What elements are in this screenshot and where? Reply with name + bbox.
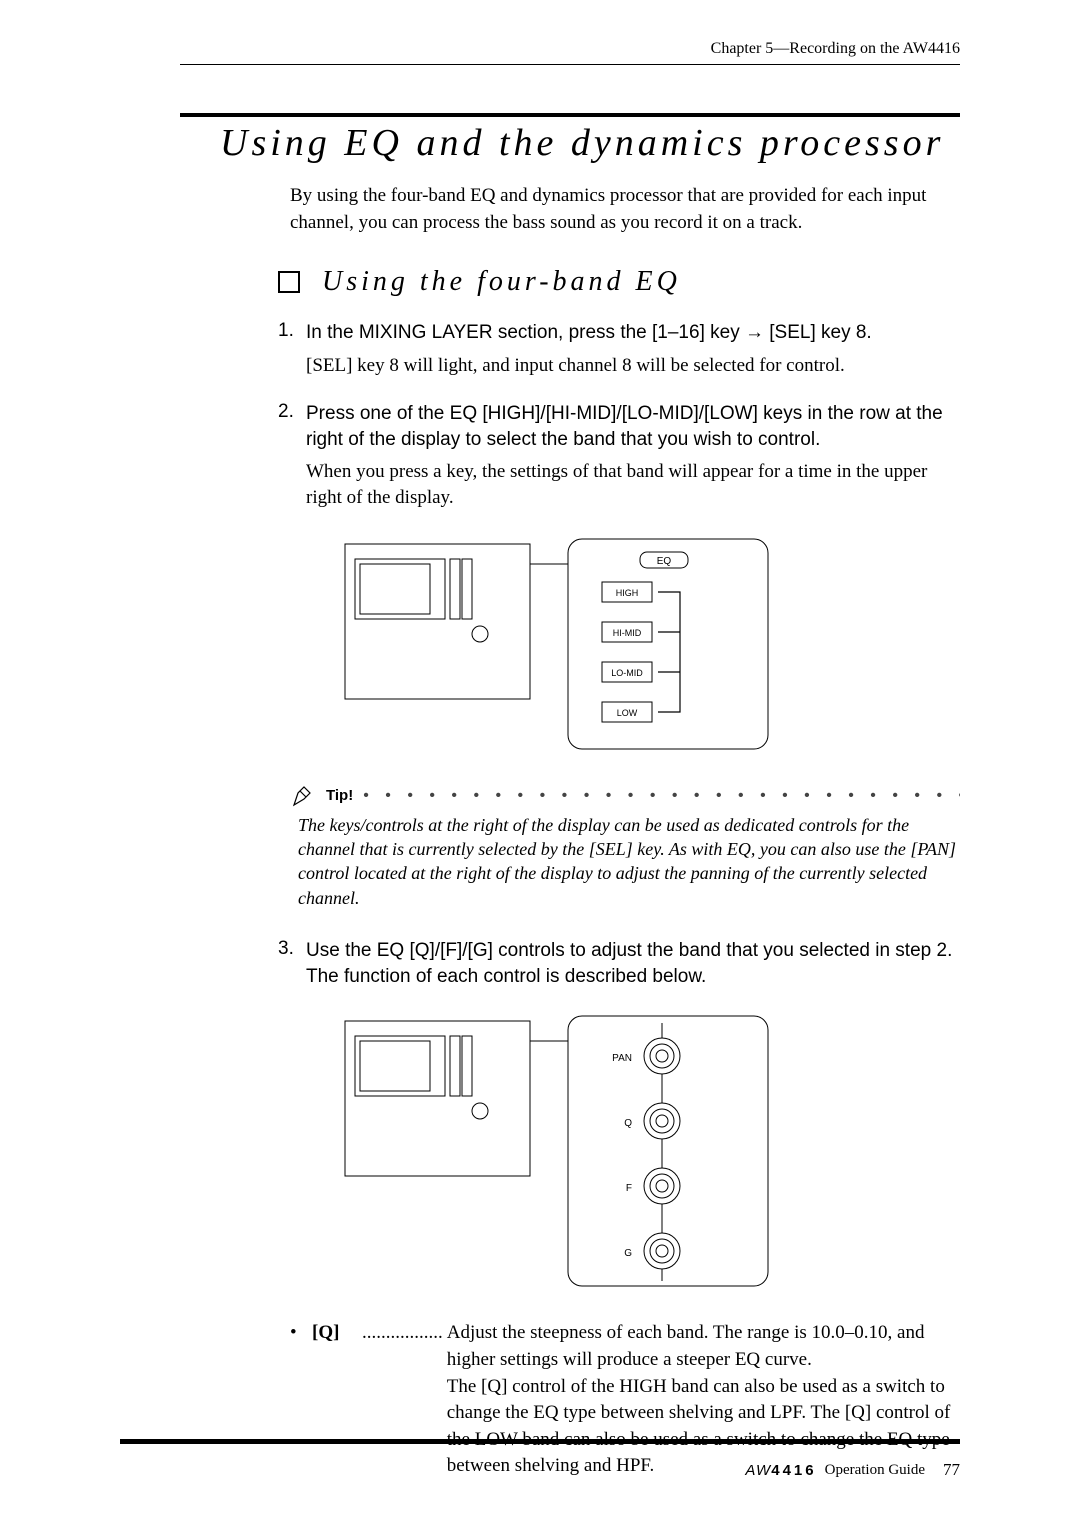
arrow-icon: → — [745, 322, 764, 343]
lomid-key-label: LO-MID — [611, 668, 643, 678]
eq-controls-diagram: PAN Q F G — [340, 1011, 960, 1296]
himid-key-label: HI-MID — [613, 628, 642, 638]
low-key-label: LOW — [617, 708, 638, 718]
step-number: 3. — [278, 938, 306, 960]
step-detail: [SEL] key 8 will light, and input channe… — [306, 353, 960, 380]
eq-keys-diagram: EQ HIGH HI-MID LO-MID LOW — [340, 534, 960, 759]
f-knob-label: F — [626, 1183, 632, 1194]
tip-dots: • • • • • • • • • • • • • • • • • • • • … — [363, 787, 960, 805]
tip-text: The keys/controls at the right of the di… — [298, 813, 960, 910]
page: Chapter 5—Recording on the AW4416 Using … — [0, 0, 1080, 1528]
q-param-bullet: • [Q] ................. Adjust the steep… — [290, 1320, 960, 1480]
sub-heading-row: Using the four-band EQ — [278, 266, 960, 298]
q-knob-label: Q — [624, 1118, 632, 1129]
intro-paragraph: By using the four-band EQ and dynamics p… — [290, 183, 960, 236]
step-number: 2. — [278, 401, 306, 423]
footer-rule — [120, 1439, 960, 1444]
step-heading-part: In the MIXING LAYER section, press the [… — [306, 322, 745, 343]
product-logo: AW4416 — [745, 1462, 816, 1479]
eq-label: EQ — [657, 556, 672, 567]
bullet-mark: • — [290, 1320, 312, 1480]
footer: AW4416 Operation Guide 77 — [460, 1460, 960, 1480]
step-heading: In the MIXING LAYER section, press the [… — [306, 322, 872, 343]
step-3: 3. Use the EQ [Q]/[F]/[G] controls to ad… — [278, 938, 960, 989]
step-heading: Use the EQ [Q]/[F]/[G] controls to adjus… — [306, 938, 960, 989]
step-heading: Press one of the EQ [HIGH]/[HI-MID]/[LO-… — [306, 401, 960, 452]
square-bullet-icon — [278, 271, 300, 293]
sub-heading: Using the four-band EQ — [322, 266, 681, 298]
step-number: 1. — [278, 320, 306, 342]
logo-part1: AW — [745, 1462, 771, 1479]
tip-label: Tip! — [326, 787, 353, 804]
bullet-label: [Q] — [312, 1320, 362, 1480]
high-key-label: HIGH — [616, 588, 639, 598]
logo-part2: 4416 — [771, 1462, 816, 1479]
g-knob-label: G — [624, 1248, 632, 1259]
bullet-body: Adjust the steepness of each band. The r… — [443, 1320, 960, 1480]
page-number: 77 — [943, 1460, 960, 1480]
pan-knob-label: PAN — [612, 1053, 632, 1064]
bullet-dots: ................. — [362, 1320, 443, 1480]
step-detail: When you press a key, the settings of th… — [306, 459, 960, 512]
page-header: Chapter 5—Recording on the AW4416 — [180, 40, 960, 65]
footer-text: Operation Guide — [825, 1462, 925, 1479]
step-1: 1. In the MIXING LAYER section, press th… — [278, 320, 960, 379]
tip-pencil-icon — [290, 783, 316, 809]
title-rule — [180, 113, 960, 117]
tip-block: Tip! • • • • • • • • • • • • • • • • • •… — [290, 783, 960, 910]
step-heading-part: [SEL] key 8. — [764, 322, 872, 343]
step-2: 2. Press one of the EQ [HIGH]/[HI-MID]/[… — [278, 401, 960, 511]
section-title: Using EQ and the dynamics processor — [220, 121, 960, 165]
